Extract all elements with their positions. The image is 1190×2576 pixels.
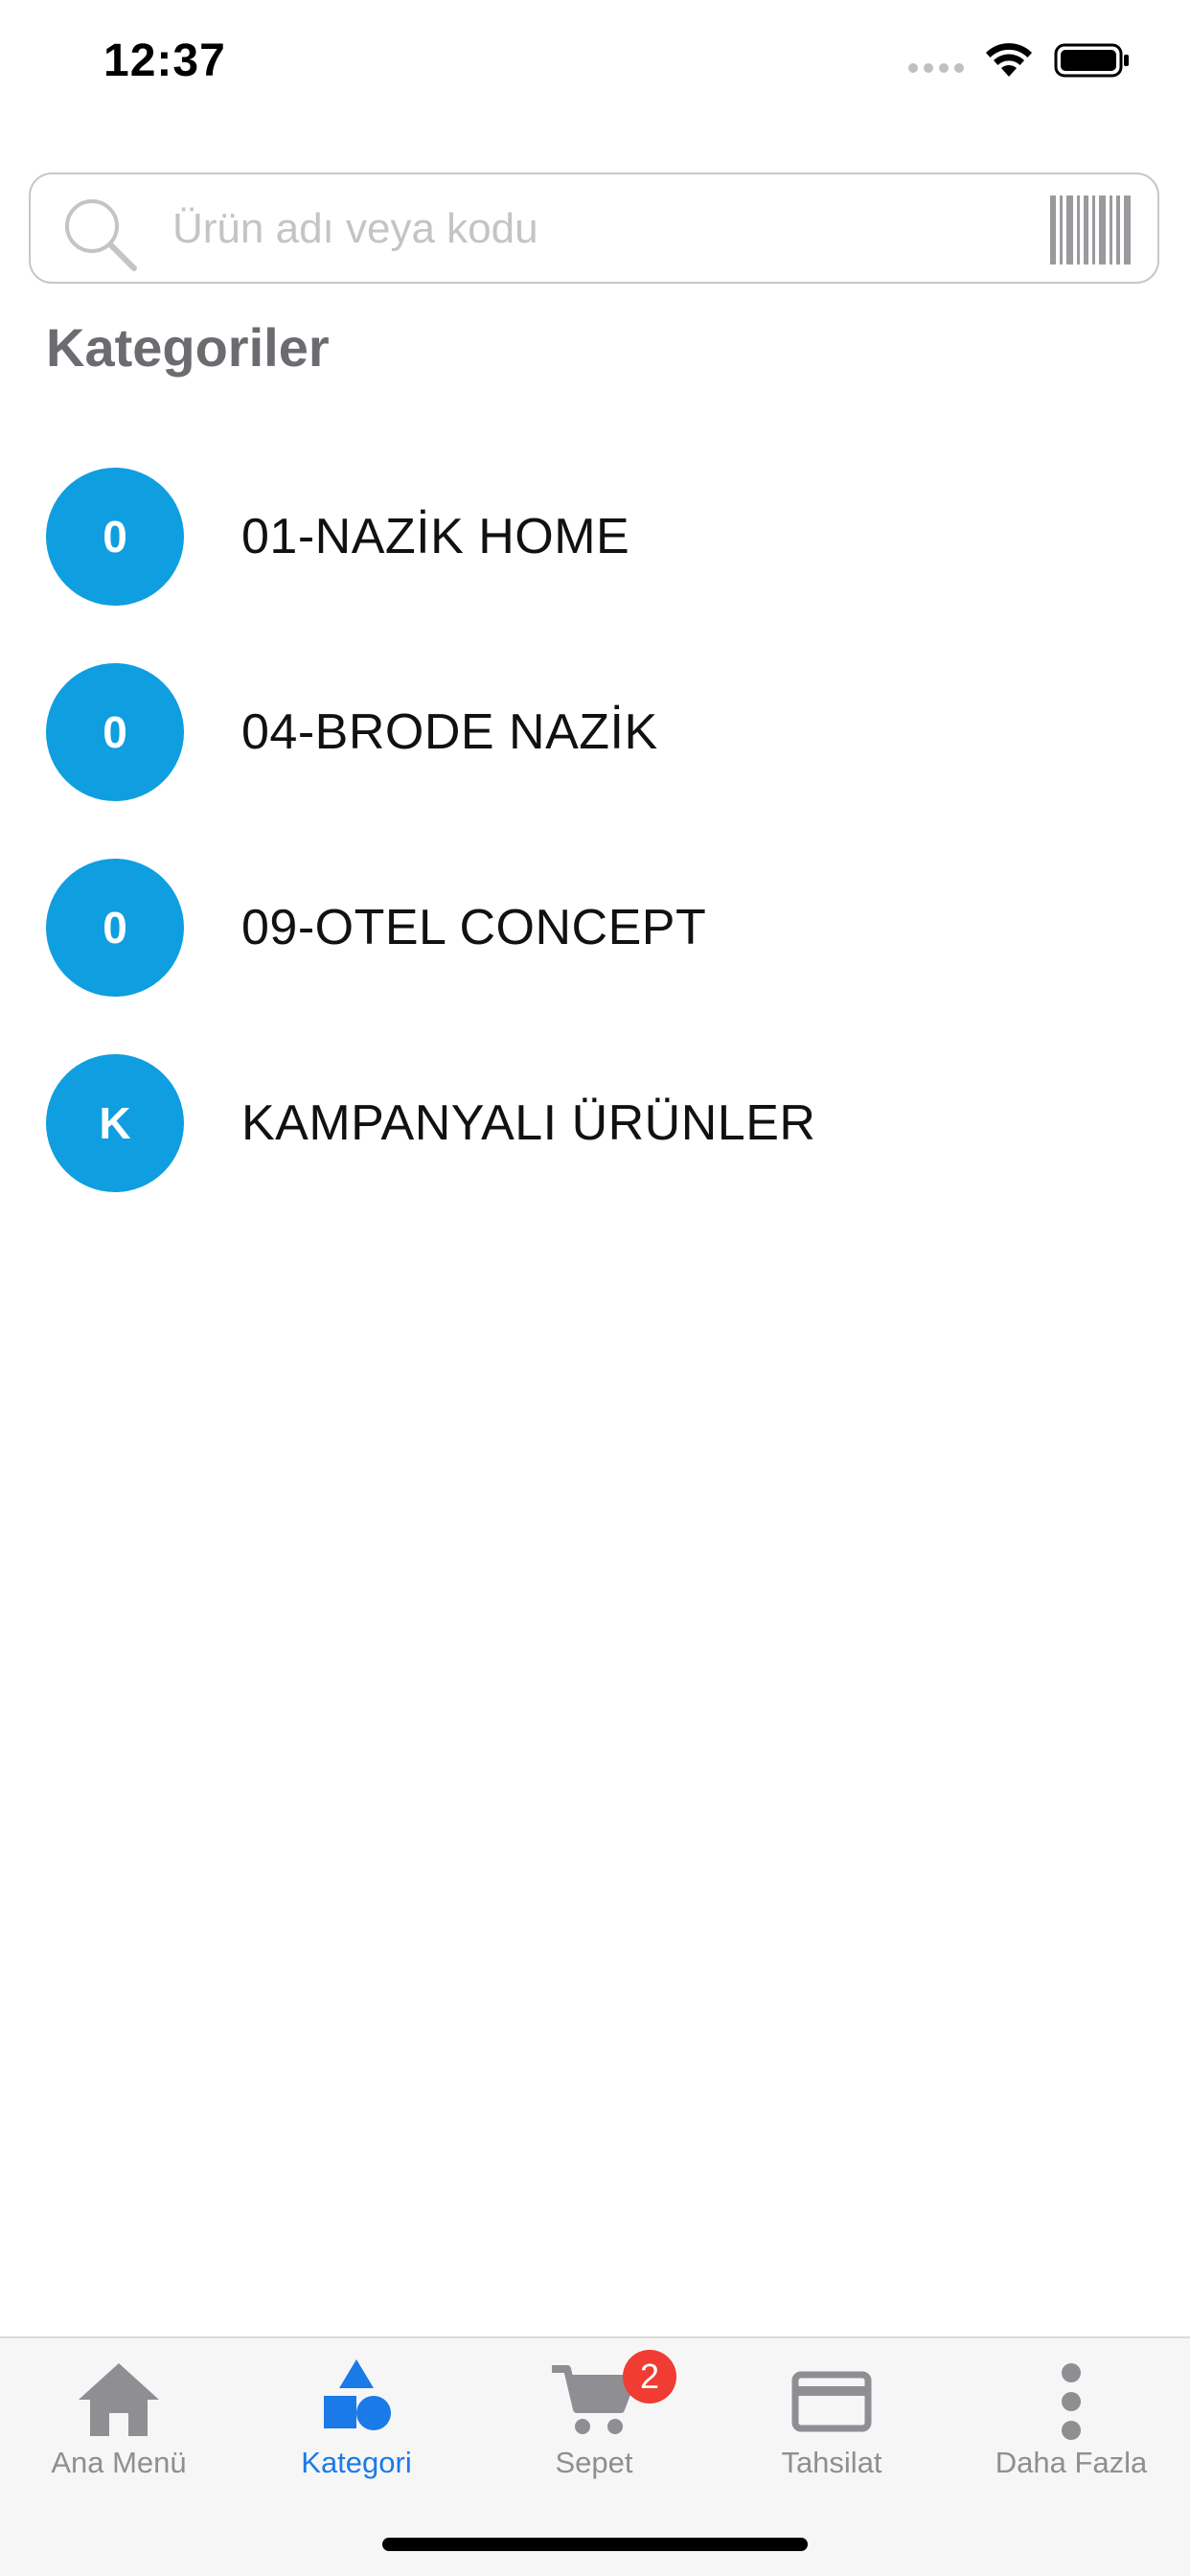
tab-ana-menu[interactable]: Ana Menü (0, 2338, 238, 2501)
cart-badge: 2 (623, 2350, 676, 2404)
cellular-signal-icon (908, 63, 964, 73)
category-label: 09-OTEL CONCEPT (241, 900, 707, 955)
category-list: 0 01-NAZİK HOME 0 04-BRODE NAZİK 0 09-OT… (0, 439, 1190, 1221)
status-indicators (908, 42, 1131, 79)
tab-kategori[interactable]: Kategori (238, 2338, 475, 2501)
category-avatar: K (46, 1054, 184, 1192)
category-label: KAMPANYALI ÜRÜNLER (241, 1095, 816, 1151)
category-item[interactable]: 0 01-NAZİK HOME (0, 439, 1190, 634)
category-avatar: 0 (46, 663, 184, 801)
tab-label: Ana Menü (51, 2446, 187, 2479)
home-indicator (382, 2538, 808, 2551)
home-icon (79, 2363, 159, 2436)
section-title: Kategoriler (46, 317, 330, 378)
battery-icon (1054, 43, 1129, 78)
search-input[interactable] (172, 199, 1035, 259)
category-label: 04-BRODE NAZİK (241, 704, 658, 760)
category-avatar: 0 (46, 859, 184, 997)
tab-label: Kategori (301, 2446, 412, 2479)
search-icon (65, 199, 137, 271)
tab-tahsilat[interactable]: Tahsilat (713, 2338, 950, 2501)
status-time: 12:37 (103, 35, 226, 86)
credit-card-icon (791, 2371, 872, 2432)
tab-daha-fazla[interactable]: Daha Fazla (952, 2338, 1190, 2501)
more-vertical-icon (1062, 2363, 1081, 2440)
search-bar[interactable] (29, 172, 1159, 284)
tab-label: Tahsilat (781, 2446, 882, 2479)
category-avatar: 0 (46, 468, 184, 606)
shapes-icon (324, 2359, 391, 2430)
status-bar: 12:37 (0, 0, 1190, 126)
barcode-icon[interactable] (1050, 196, 1131, 264)
category-item[interactable]: 0 09-OTEL CONCEPT (0, 830, 1190, 1025)
tab-label: Sepet (555, 2446, 633, 2479)
category-item[interactable]: 0 04-BRODE NAZİK (0, 634, 1190, 830)
wifi-icon (986, 43, 1032, 77)
category-item[interactable]: K KAMPANYALI ÜRÜNLER (0, 1025, 1190, 1221)
tab-label: Daha Fazla (995, 2446, 1148, 2479)
tab-sepet[interactable]: Sepet (475, 2338, 713, 2501)
category-label: 01-NAZİK HOME (241, 509, 630, 564)
